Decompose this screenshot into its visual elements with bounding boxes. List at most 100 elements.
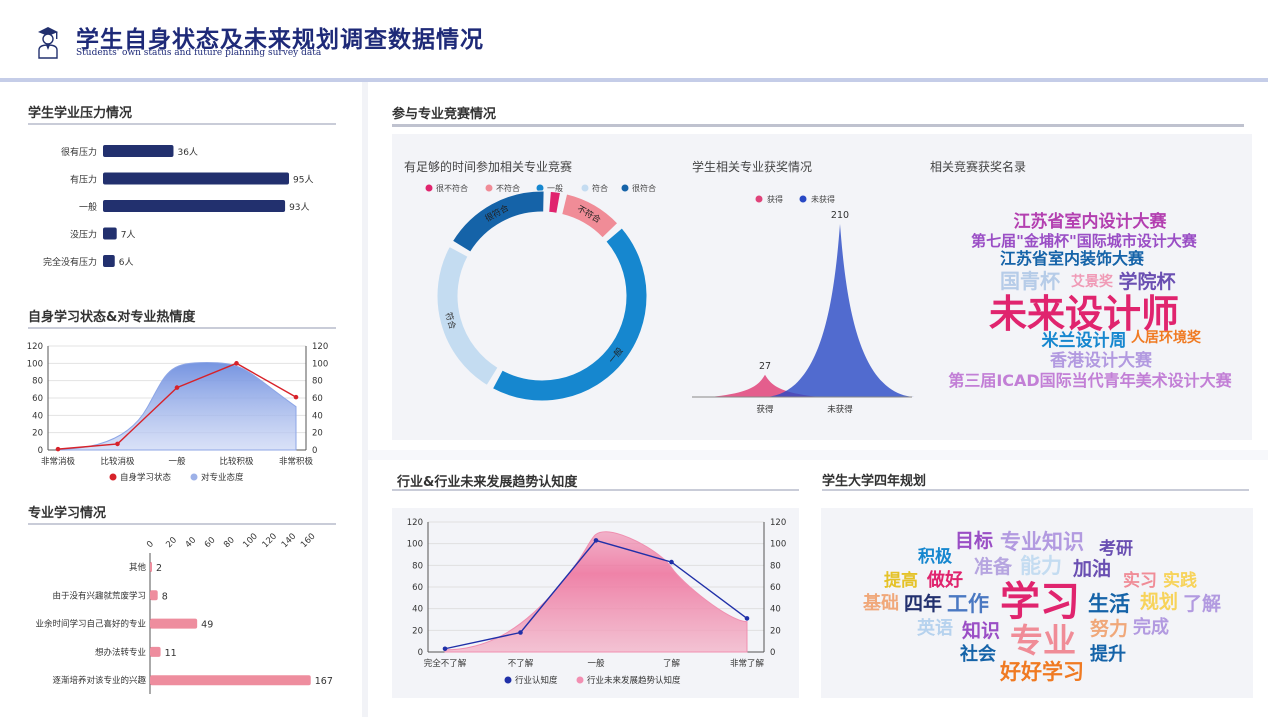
donut-legend-label: 符合 [592, 183, 608, 193]
major-value-label: 2 [156, 563, 162, 574]
major-value-label: 8 [162, 591, 168, 602]
trend-line-point [669, 559, 674, 565]
trend-legend-dot-future [576, 676, 584, 684]
trend-line-point [442, 646, 448, 652]
donut-slice [491, 227, 648, 402]
major-bar [150, 646, 161, 657]
trend-ytick-right: 20 [770, 626, 781, 636]
trend-xtick-label: 一般 [587, 658, 605, 669]
study-area-attitude [57, 361, 297, 451]
trend-ytick-right: 0 [770, 648, 775, 658]
trend-xtick-label: 不了解 [508, 658, 534, 669]
pressure-bar [103, 227, 117, 240]
donut-legend-dot [621, 184, 629, 192]
award-legend-label: 未获得 [811, 194, 835, 204]
major-bar [150, 562, 152, 572]
trend-legend-dot-industry [504, 676, 512, 684]
subtitle-award-names: 相关竞赛获奖名录 [930, 160, 1027, 174]
section-title-pressure: 学生学业压力情况 [28, 106, 133, 121]
major-value-label: 167 [315, 676, 333, 687]
study-ytick-right: 60 [312, 394, 323, 404]
award-area-chart: 获得 未获得27获得210未获得 [692, 194, 914, 415]
major-xtick-label: 20 [164, 535, 179, 550]
section-rule-study-state [28, 327, 336, 329]
section-rule-plan [822, 489, 1249, 491]
pressure-bar-chart: 很有压力 36人有压力 95人一般 93人没压力 7人完全没有压力 6人 [43, 145, 313, 268]
trend-ytick-left: 100 [407, 540, 423, 550]
pressure-category-label: 没压力 [70, 229, 97, 241]
study-xtick-label: 比较积极 [219, 456, 254, 467]
donut-slice [548, 190, 562, 214]
section-title-plan: 学生大学四年规划 [822, 474, 927, 489]
major-xtick-label: 40 [184, 535, 199, 550]
study-line-point [234, 361, 239, 366]
trend-ytick-right: 80 [770, 561, 781, 571]
study-line-point [55, 446, 61, 452]
legend-label-self-state: 自身学习状态 [120, 472, 172, 483]
pressure-bar [103, 145, 174, 157]
donut-slice [451, 190, 545, 253]
legend-dot-attitude [190, 473, 198, 481]
study-xtick-label: 非常消极 [41, 456, 76, 467]
section-rule-major-study [28, 523, 336, 525]
trend-line-chart: 0 0 20 20 40 40 60 60 80 80 100 100 120 120 完全不了解 不了解 一般… [407, 518, 786, 686]
pressure-value-label: 95人 [293, 175, 313, 186]
study-xtick-label: 非常积极 [279, 456, 314, 467]
donut-legend-dot [425, 184, 433, 192]
study-ytick-left: 0 [38, 446, 43, 456]
student-graduate-icon [38, 27, 58, 59]
major-bar [150, 590, 158, 601]
study-ytick-right: 0 [312, 446, 317, 456]
study-line-point [293, 394, 299, 400]
study-ytick-right: 40 [312, 411, 323, 421]
pressure-value-label: 6人 [119, 257, 134, 268]
trend-line-point [518, 630, 523, 635]
trend-line-point [744, 616, 750, 621]
study-ytick-left: 120 [27, 342, 43, 352]
donut-legend-dot [485, 184, 493, 192]
page-header: 学生自身状态及未来规划调查数据情况 Students' own status a… [0, 0, 1268, 78]
subtitle-time: 有足够的时间参加相关专业竞赛 [404, 160, 573, 174]
study-line-point [174, 385, 180, 390]
trend-xtick-label: 了解 [663, 658, 681, 669]
major-category-label: 其他 [129, 562, 147, 573]
major-category-label: 由于没有兴趣就荒废学习 [52, 590, 146, 601]
donut-legend-label: 很不符合 [436, 183, 468, 193]
subtitle-award: 学生相关专业获奖情况 [692, 160, 813, 174]
donut-legend-dot [581, 184, 589, 192]
trend-ytick-left: 20 [412, 626, 423, 636]
legend-label-attitude: 对专业态度 [201, 472, 244, 483]
study-ytick-left: 60 [32, 394, 43, 404]
study-ytick-right: 20 [312, 429, 323, 439]
pressure-value-label: 93人 [289, 202, 309, 213]
donut-legend-dot [536, 184, 544, 192]
trend-ytick-left: 0 [418, 648, 423, 658]
time-donut-chart: 很不符合 不符合 一般 符合 很符合不符合一般符合很符合 [425, 183, 656, 402]
study-ytick-left: 80 [32, 377, 43, 387]
pressure-category-label: 一般 [79, 201, 97, 213]
award-legend-label: 获得 [767, 194, 783, 204]
section-title-trend: 行业&行业未来发展趋势认知度 [397, 475, 578, 490]
pressure-bar [103, 172, 289, 185]
trend-ytick-right: 120 [770, 518, 786, 528]
study-state-line-chart: 0 0 20 20 40 40 60 60 80 80 100 100 120 120 非常消极 比较消极 一般… [27, 342, 328, 483]
major-xtick-label: 100 [241, 532, 260, 551]
trend-ytick-left: 40 [412, 605, 423, 615]
trend-ytick-right: 40 [770, 605, 781, 615]
award-legend-dot [755, 195, 763, 203]
trend-ytick-right: 100 [770, 540, 786, 550]
pressure-category-label: 很有压力 [61, 146, 97, 158]
pressure-category-label: 完全没有压力 [43, 256, 97, 268]
trend-xtick-label: 完全不了解 [424, 658, 467, 669]
pressure-bar [103, 255, 115, 267]
major-bar [150, 675, 311, 686]
section-rule-pressure [28, 123, 336, 125]
award-legend-dot [799, 195, 807, 203]
major-category-label: 逐渐培养对该专业的兴趣 [52, 675, 146, 686]
major-study-bar-chart: 0 20 40 60 80 100 120 140 160 其他 2 由于没有兴趣就荒废学习 8 业余时间… [35, 532, 333, 694]
study-xtick-label: 一般 [168, 456, 186, 467]
major-xtick-label: 120 [261, 532, 280, 551]
trend-ytick-left: 120 [407, 518, 423, 528]
study-line-point [115, 441, 120, 447]
award-value-label: 210 [831, 210, 849, 221]
